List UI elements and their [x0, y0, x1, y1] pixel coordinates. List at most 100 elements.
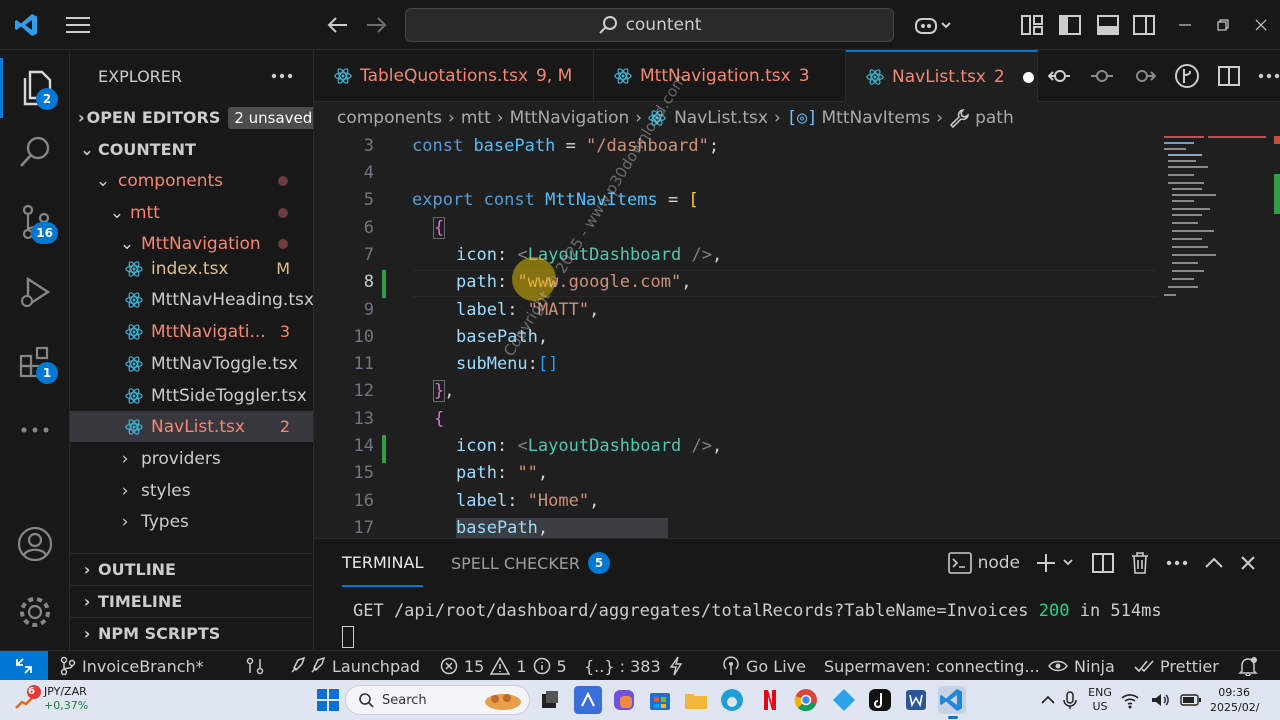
git-branch[interactable]: InvoiceBranch*: [60, 651, 204, 681]
git-graph-status[interactable]: [245, 651, 265, 681]
tree-folder-mtt[interactable]: ⌄ mtt: [70, 197, 313, 228]
close-window-icon[interactable]: [1246, 12, 1276, 38]
toggle-secondary-sidebar-icon[interactable]: [1130, 12, 1158, 38]
supermaven-status[interactable]: Supermaven: connecting...: [824, 651, 1040, 681]
tab-tablequotations[interactable]: TableQuotations.tsx 9, M: [314, 50, 594, 102]
compare-changes-icon[interactable]: [1048, 66, 1072, 86]
search-activity[interactable]: [0, 122, 70, 182]
outline-section[interactable]: › OUTLINE: [70, 553, 313, 584]
launchpad-status[interactable]: Launchpad: [288, 651, 420, 681]
widgets-button[interactable]: 6: [12, 684, 42, 716]
chevron-up-icon[interactable]: [1204, 557, 1224, 569]
problems-status[interactable]: 15 1 5: [440, 651, 567, 681]
git-status: M: [276, 259, 290, 278]
git-graph-icon[interactable]: [1174, 63, 1200, 89]
taskbar-search[interactable]: Search: [345, 685, 530, 715]
tree-file-mttnavheading[interactable]: MttNavHeading.tsx: [70, 284, 313, 315]
unsaved-dot-icon[interactable]: [1022, 71, 1034, 83]
task-view-button[interactable]: [536, 686, 564, 714]
go-live-button[interactable]: Go Live: [722, 651, 806, 681]
microphone-button[interactable]: [1056, 686, 1084, 714]
manage-activity[interactable]: [0, 582, 70, 642]
run-debug-activity[interactable]: [0, 262, 70, 322]
copilot-icon[interactable]: [910, 10, 956, 40]
app-copilot-taskbar[interactable]: [610, 686, 638, 714]
system-tray[interactable]: [1120, 690, 1202, 710]
symbols-status[interactable]: {..} : 383: [584, 651, 661, 681]
tab-terminal[interactable]: TERMINAL: [342, 539, 424, 587]
remote-indicator[interactable]: [0, 651, 48, 681]
restore-icon[interactable]: [1208, 12, 1238, 38]
app-edge-taskbar[interactable]: [718, 686, 746, 714]
toggle-panel-icon[interactable]: [1094, 12, 1122, 38]
tree-folder-types[interactable]: › Types: [70, 506, 313, 537]
more-activities[interactable]: [0, 400, 70, 460]
command-center[interactable]: countent: [405, 8, 894, 42]
minimize-icon[interactable]: [1170, 12, 1200, 38]
vertical-scrollbar[interactable]: [1272, 134, 1280, 538]
more-actions-icon[interactable]: [271, 73, 293, 79]
tree-file-navlist-selected[interactable]: NavList.tsx 2: [70, 411, 313, 442]
start-button[interactable]: [314, 686, 342, 714]
app-store-taskbar[interactable]: [646, 686, 674, 714]
tree-folder-components[interactable]: ⌄ components: [70, 165, 313, 196]
ninja-status[interactable]: Ninja: [1048, 651, 1115, 681]
app-word-taskbar[interactable]: [902, 686, 930, 714]
next-change-icon[interactable]: [1132, 66, 1156, 86]
npm-scripts-section[interactable]: › NPM SCRIPTS: [70, 617, 313, 648]
app-vscode-taskbar-active[interactable]: [938, 686, 966, 714]
tree-file-index[interactable]: index.tsx M: [70, 253, 313, 284]
breadcrumb-item[interactable]: components: [337, 108, 442, 128]
breadcrumb-item[interactable]: NavList.tsx: [674, 108, 768, 128]
more-actions-icon[interactable]: [1258, 73, 1280, 79]
notifications-status[interactable]: [1238, 651, 1258, 681]
tree-folder-providers[interactable]: › providers: [70, 443, 313, 474]
terminal-shell-name[interactable]: node: [978, 553, 1020, 573]
split-editor-icon[interactable]: [1218, 66, 1240, 86]
new-terminal-icon[interactable]: [1036, 553, 1076, 573]
clock[interactable]: 09:36 2025/02/: [1210, 685, 1259, 715]
customize-layout-icon[interactable]: [1018, 12, 1046, 38]
app-netflix-taskbar[interactable]: [756, 686, 784, 714]
lightning-status[interactable]: [668, 651, 684, 681]
split-terminal-icon[interactable]: [1092, 553, 1114, 573]
menu-icon[interactable]: [60, 10, 96, 40]
close-icon[interactable]: [1240, 555, 1256, 571]
more-actions-icon[interactable]: [1166, 560, 1188, 566]
git-commit-icon[interactable]: [1090, 66, 1114, 86]
tab-spell-checker[interactable]: SPELL CHECKER 5: [451, 539, 611, 587]
breadcrumb-item[interactable]: MttNavItems: [822, 108, 931, 128]
accounts-activity[interactable]: [0, 514, 70, 574]
explorer-activity[interactable]: 2: [0, 58, 70, 118]
breadcrumb-item[interactable]: path: [975, 108, 1014, 128]
workspace-root[interactable]: ⌄ COUNTENT: [70, 134, 313, 165]
app-explorer-taskbar[interactable]: [682, 686, 710, 714]
app-generic-taskbar[interactable]: [830, 686, 858, 714]
language-indicator[interactable]: ENG US: [1088, 686, 1112, 714]
tree-folder-styles[interactable]: › styles: [70, 475, 313, 506]
prettier-status[interactable]: Prettier: [1134, 651, 1219, 681]
tab-mttnavigation[interactable]: MttNavigation.tsx 3: [594, 50, 846, 102]
minimap[interactable]: [1160, 134, 1270, 538]
app-chrome-taskbar[interactable]: [792, 686, 820, 714]
tree-file-mttnavtoggle[interactable]: MttNavToggle.tsx: [70, 348, 313, 379]
tab-navlist-active[interactable]: NavList.tsx 2: [846, 50, 1038, 102]
app-tiktok-taskbar[interactable]: [866, 686, 894, 714]
tree-file-mttsidetoggler[interactable]: MttSideToggler.tsx: [70, 380, 313, 411]
tree-file-mttnavigation[interactable]: MttNavigati... 3: [70, 316, 313, 347]
currency-widget[interactable]: JPY/ZAR +0,37%: [44, 685, 88, 713]
app-vs-taskbar[interactable]: [574, 686, 602, 714]
back-arrow-icon[interactable]: [322, 10, 354, 40]
trash-icon[interactable]: [1130, 552, 1150, 574]
tree-file-label: MttNavToggle.tsx: [151, 353, 298, 374]
ellipsis-icon: [21, 427, 49, 433]
timeline-section[interactable]: › TIMELINE: [70, 585, 313, 616]
source-control-activity[interactable]: 16: [0, 192, 70, 252]
breadcrumb-item[interactable]: mtt: [461, 108, 491, 128]
code-editor[interactable]: 3 4 5 6 7 8 9 10 11 12 13 14 15 16 17 co…: [314, 134, 1280, 538]
toggle-sidebar-icon[interactable]: [1056, 12, 1084, 38]
open-editors-section[interactable]: › OPEN EDITORS 2 unsaved: [70, 102, 313, 133]
forward-arrow-icon[interactable]: [360, 10, 392, 40]
extensions-activity[interactable]: 1: [0, 332, 70, 392]
breadcrumb-item[interactable]: MttNavigation: [510, 108, 630, 128]
